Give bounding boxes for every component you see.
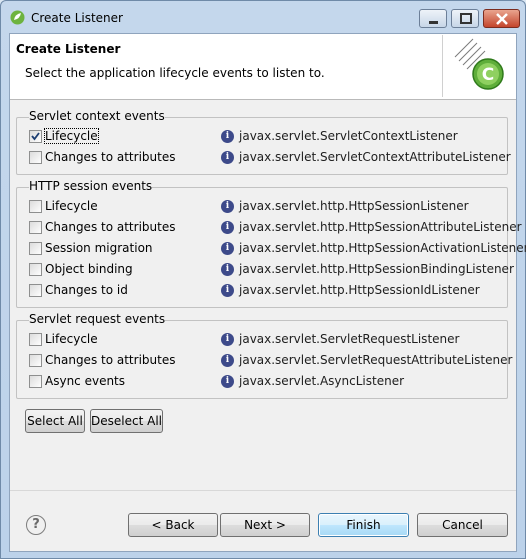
checkbox-label[interactable]: Changes to attributes [45,150,175,164]
interface-name: javax.servlet.ServletRequestAttributeLis… [239,353,513,367]
interface-name: javax.servlet.http.HttpSessionIdListener [239,283,480,297]
checkbox-label[interactable]: Changes to attributes [45,353,175,367]
interface-name: javax.servlet.ServletContextAttributeLis… [239,150,511,164]
finish-button[interactable]: Finish [318,513,409,537]
checkbox-label[interactable]: Session migration [45,241,153,255]
http-session-group: HTTP session events Lifecycle i javax.se… [16,179,526,308]
interface-name: javax.servlet.AsyncListener [239,374,405,388]
page-description: Select the application lifecycle events … [25,66,325,80]
next-button[interactable]: Next > [220,513,310,537]
help-icon[interactable]: ? [26,515,46,535]
checkbox[interactable] [29,242,42,255]
interface-name: javax.servlet.http.HttpSessionBindingLis… [239,262,514,276]
checkbox[interactable] [29,284,42,297]
interface-name: javax.servlet.ServletContextListener [239,129,458,143]
select-all-button[interactable]: Select All [25,409,85,433]
info-icon: i [221,130,234,143]
checkbox-label[interactable]: Lifecycle [45,332,98,346]
checkbox-row[interactable]: Changes to id i javax.servlet.http.HttpS… [29,282,499,300]
info-icon: i [221,263,234,276]
cancel-button[interactable]: Cancel [417,513,508,537]
checkbox-row[interactable]: Lifecycle i javax.servlet.ServletRequest… [29,331,499,349]
svg-text:C: C [482,65,494,85]
servlet-request-group: Servlet request events Lifecycle i javax… [16,312,512,399]
checkbox[interactable] [29,263,42,276]
info-icon: i [221,242,234,255]
checkbox[interactable] [29,354,42,367]
group-title: Servlet context events [29,109,165,123]
minimize-button[interactable] [419,9,447,28]
window-title: Create Listener [31,11,123,25]
info-icon: i [221,151,234,164]
back-button[interactable]: < Back [128,513,218,537]
deselect-all-button[interactable]: Deselect All [90,409,163,433]
check-mark-icon [31,132,40,141]
checkbox[interactable] [29,221,42,234]
checkbox-row[interactable]: Changes to attributes i javax.servlet.Se… [29,149,511,167]
close-icon [496,13,508,25]
header-banner: Create Listener Select the application l… [10,34,516,100]
dialog-content: Create Listener Select the application l… [9,33,526,552]
checkbox[interactable] [29,375,42,388]
info-icon: i [221,221,234,234]
checkbox-row[interactable]: Async events i javax.servlet.AsyncListen… [29,373,499,391]
servlet-context-group: Servlet context events Lifecycle i javax… [16,109,511,175]
minimize-icon [429,21,438,24]
interface-name: javax.servlet.http.HttpSessionListener [239,199,469,213]
checkbox-label[interactable]: Changes to attributes [45,220,175,234]
checkbox-row[interactable]: Object binding i javax.servlet.http.Http… [29,261,514,279]
info-icon: i [221,354,234,367]
wizard-logo-icon: C [454,38,504,90]
interface-name: javax.servlet.http.HttpSessionActivation… [239,241,526,255]
checkbox-row[interactable]: Lifecycle i javax.servlet.ServletContext… [29,128,499,146]
checkbox-label[interactable]: Lifecycle [44,128,99,144]
checkbox-row[interactable]: Session migration i javax.servlet.http.H… [29,240,526,258]
checkbox-label[interactable]: Object binding [45,262,133,276]
checkbox-label[interactable]: Changes to id [45,283,128,297]
dialog-window: Create Listener Create Listener Select t… [0,0,526,559]
checkbox[interactable] [29,333,42,346]
spring-leaf-icon [10,10,25,25]
title-bar[interactable]: Create Listener [1,1,525,33]
maximize-button[interactable] [451,9,479,28]
checkbox-row[interactable]: Lifecycle i javax.servlet.http.HttpSessi… [29,198,499,216]
group-title: HTTP session events [29,179,153,193]
maximize-icon [460,13,472,24]
checkbox-label[interactable]: Async events [45,374,125,388]
checkbox[interactable] [29,151,42,164]
interface-name: javax.servlet.ServletRequestListener [239,332,460,346]
footer-separator [10,490,516,491]
info-icon: i [221,284,234,297]
info-icon: i [221,375,234,388]
checkbox-row[interactable]: Changes to attributes i javax.servlet.Se… [29,352,512,370]
group-title: Servlet request events [29,312,166,326]
checkbox-label[interactable]: Lifecycle [45,199,98,213]
checkbox-row[interactable]: Changes to attributes i javax.servlet.ht… [29,219,522,237]
wizard-banner-image: C [442,35,514,97]
close-button[interactable] [483,9,520,28]
page-title: Create Listener [16,42,121,56]
checkbox[interactable] [29,200,42,213]
info-icon: i [221,333,234,346]
checkbox[interactable] [29,130,42,143]
interface-name: javax.servlet.http.HttpSessionAttributeL… [239,220,522,234]
info-icon: i [221,200,234,213]
